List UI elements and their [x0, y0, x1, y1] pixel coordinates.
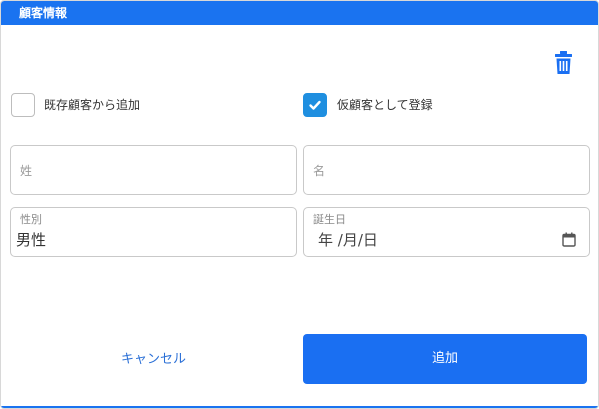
gender-label: 性別	[20, 213, 42, 226]
dialog-header: 顧客情報	[1, 1, 598, 25]
existing-customer-checkbox[interactable]	[11, 93, 35, 117]
customer-info-dialog: 顧客情報 既存顧客から追加 仮顧客として登録 姓 名 性別 男性 誕生日 年 /…	[0, 0, 599, 409]
checkmark-icon	[309, 100, 321, 110]
dialog-title: 顧客情報	[19, 6, 68, 20]
trash-icon[interactable]	[554, 51, 573, 75]
gender-value: 男性	[16, 231, 47, 249]
add-button[interactable]: 追加	[303, 334, 587, 384]
temporary-customer-label: 仮顧客として登録	[337, 98, 433, 112]
last-name-field[interactable]: 姓	[10, 145, 297, 195]
temporary-customer-checkbox[interactable]	[303, 93, 327, 117]
last-name-placeholder: 姓	[20, 164, 33, 178]
birthdate-label: 誕生日	[313, 213, 346, 226]
cancel-button[interactable]: キャンセル	[10, 334, 297, 384]
calendar-icon[interactable]	[562, 232, 576, 247]
cancel-button-label: キャンセル	[120, 351, 186, 366]
gender-select[interactable]: 性別 男性	[10, 207, 297, 257]
first-name-placeholder: 名	[313, 164, 326, 178]
first-name-field[interactable]: 名	[303, 145, 590, 195]
existing-customer-label: 既存顧客から追加	[44, 98, 141, 112]
birthdate-value: 年 /月/日	[318, 231, 378, 249]
birthdate-field[interactable]: 誕生日 年 /月/日	[303, 207, 590, 257]
add-button-label: 追加	[431, 351, 458, 366]
